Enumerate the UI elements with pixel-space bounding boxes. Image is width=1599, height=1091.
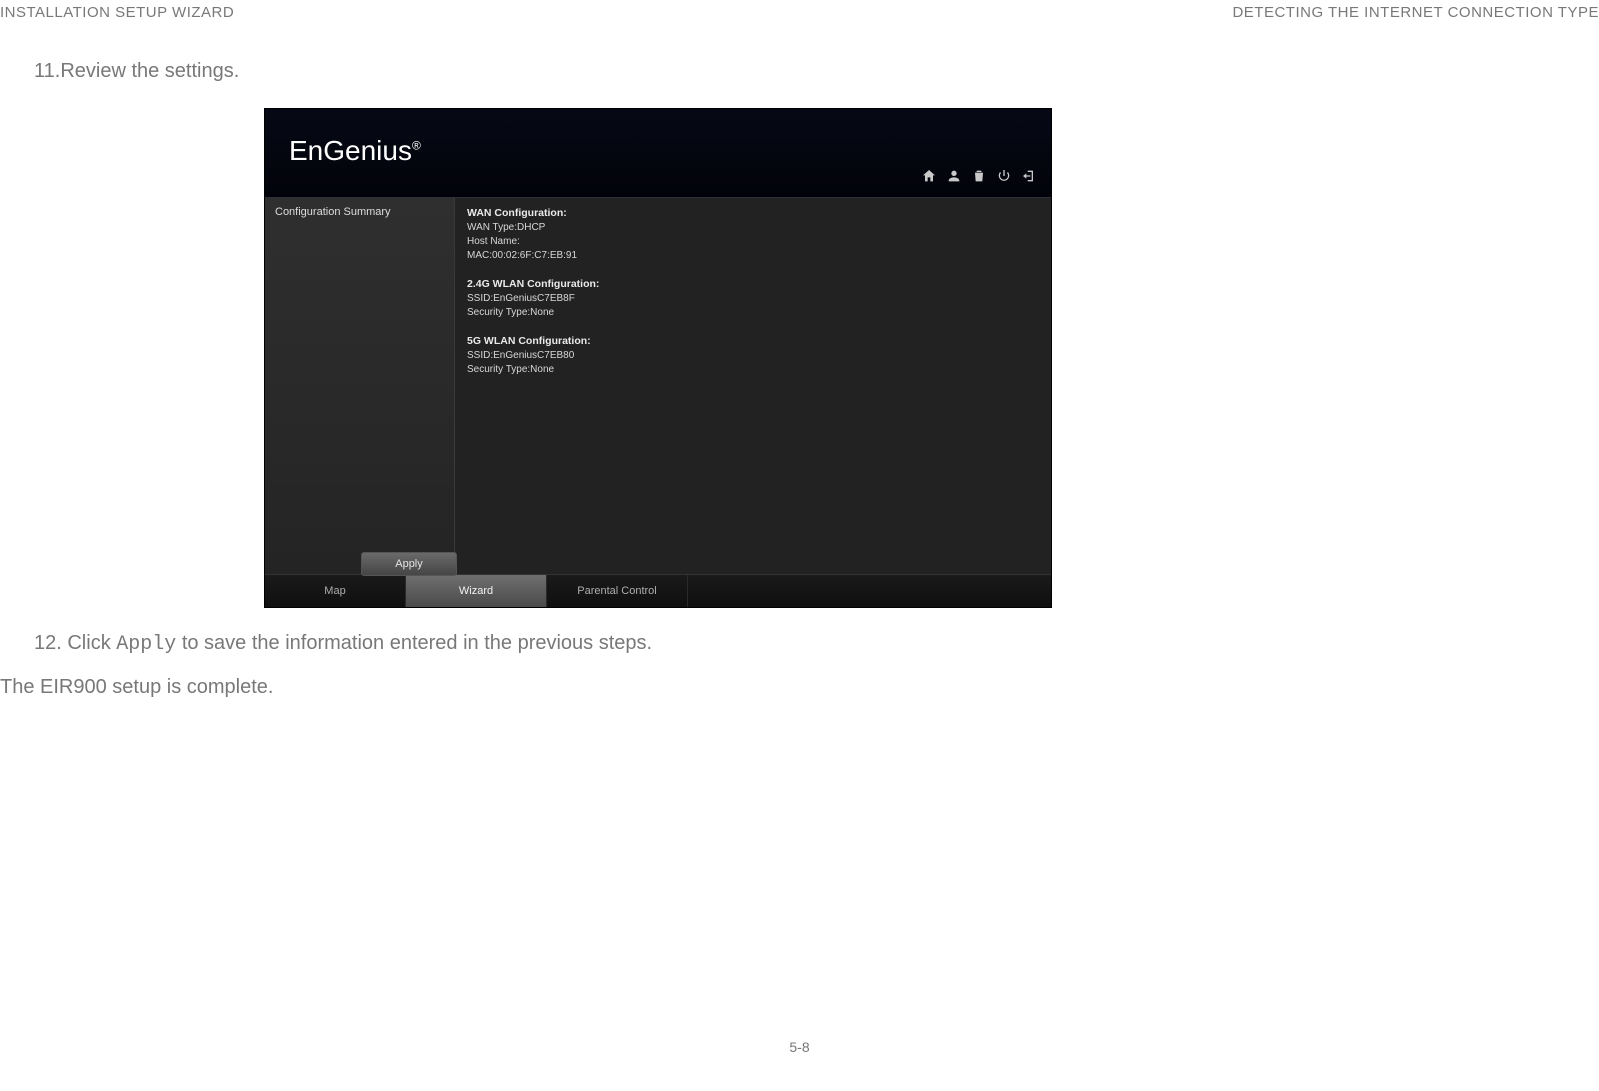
wan-config-heading: WAN Configuration:: [467, 207, 567, 219]
home-icon[interactable]: [921, 168, 937, 189]
page-header-right: DETECTING THE INTERNET CONNECTION TYPE: [1232, 4, 1599, 21]
sidebar-title: Configuration Summary: [275, 206, 444, 218]
screenshot-tabs: Map Wizard Parental Control: [265, 574, 1051, 607]
wlan24-heading: 2.4G WLAN Configuration:: [467, 278, 599, 290]
tab-map[interactable]: Map: [265, 575, 406, 607]
mac-address: MAC:00:02:6F:C7:EB:91: [467, 250, 577, 261]
step-12-prefix: 12. Click: [34, 632, 116, 654]
user-icon[interactable]: [946, 168, 962, 189]
logout-icon[interactable]: [1021, 168, 1037, 189]
wlan24-security: Security Type:None: [467, 307, 554, 318]
host-name: Host Name:: [467, 236, 520, 247]
screenshot-body: Configuration Summary Apply WAN Configur…: [265, 198, 1051, 574]
header-icon-row: [921, 168, 1037, 189]
step-12-suffix: to save the information entered in the p…: [176, 632, 652, 654]
step-12-text: 12. Click Apply to save the information …: [34, 632, 652, 656]
screenshot-sidebar: Configuration Summary Apply: [265, 198, 455, 574]
wlan5-heading: 5G WLAN Configuration:: [467, 335, 591, 347]
wlan5-ssid: SSID:EnGeniusC7EB80: [467, 350, 574, 361]
power-icon[interactable]: [996, 168, 1012, 189]
tab-parental-control[interactable]: Parental Control: [547, 575, 688, 607]
wlan5-security: Security Type:None: [467, 364, 554, 375]
step-12-apply-word: Apply: [116, 633, 176, 656]
page-number: 5-8: [789, 1039, 809, 1055]
page-header-left: INSTALLATION SETUP WIZARD: [0, 4, 234, 21]
engenius-logo: EnGenius®: [289, 135, 421, 167]
trash-icon[interactable]: [971, 168, 987, 189]
wlan24-ssid: SSID:EnGeniusC7EB8F: [467, 293, 575, 304]
apply-button[interactable]: Apply: [361, 552, 457, 576]
tab-wizard[interactable]: Wizard: [406, 575, 547, 607]
screenshot-content: WAN Configuration: WAN Type:DHCP Host Na…: [455, 198, 1051, 574]
screenshot-header: EnGenius®: [265, 109, 1051, 198]
completion-text: The EIR900 setup is complete.: [0, 676, 273, 699]
wan-type: WAN Type:DHCP: [467, 222, 545, 233]
step-11-text: 11.Review the settings.: [34, 60, 239, 83]
router-screenshot: EnGenius® Configuration Summary Apply WA…: [264, 108, 1052, 608]
